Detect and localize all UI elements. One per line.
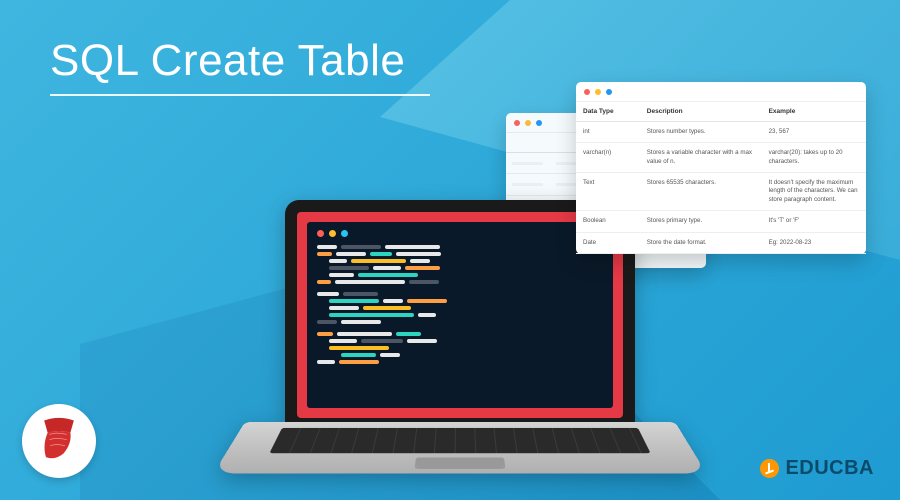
data-types-popup: Data Type Description Example int Stores… bbox=[576, 82, 866, 254]
cell-example: It's 'T' or 'F' bbox=[762, 211, 866, 232]
cell-type: Text bbox=[576, 173, 640, 211]
cell-type: int bbox=[576, 122, 640, 143]
cell-desc: Stores a variable character with a max v… bbox=[640, 143, 762, 173]
col-header-example: Example bbox=[762, 102, 866, 122]
cell-example: varchar(20): takes up to 20 characters. bbox=[762, 143, 866, 173]
window-dot-blue bbox=[341, 230, 348, 237]
cell-desc: Stores primary type. bbox=[640, 211, 762, 232]
table-row: int Stores number types. 23, 567 bbox=[576, 122, 866, 143]
code-editor-window bbox=[307, 222, 613, 408]
window-dot-red bbox=[317, 230, 324, 237]
table-row: Date Store the date format. Eg: 2022-08-… bbox=[576, 232, 866, 253]
banner-canvas: SQL Create Table bbox=[0, 0, 900, 500]
window-dot-yellow bbox=[329, 230, 336, 237]
window-dot-yellow bbox=[595, 89, 601, 95]
data-types-table: Data Type Description Example int Stores… bbox=[576, 102, 866, 254]
window-controls bbox=[317, 230, 603, 237]
cell-desc: Store the date format. bbox=[640, 232, 762, 253]
laptop-trackpad bbox=[415, 457, 506, 468]
table-row: varchar(n) Stores a variable character w… bbox=[576, 143, 866, 173]
cell-type: varchar(n) bbox=[576, 143, 640, 173]
cell-desc: Stores 65535 characters. bbox=[640, 173, 762, 211]
cell-example: Eg: 2022-08-23 bbox=[762, 232, 866, 253]
table-header-row: Data Type Description Example bbox=[576, 102, 866, 122]
popup-titlebar bbox=[576, 82, 866, 102]
laptop-screen bbox=[297, 212, 623, 418]
cell-type: Date bbox=[576, 232, 640, 253]
window-dot-blue bbox=[606, 89, 612, 95]
cell-example: It doesn't specify the maximum length of… bbox=[762, 173, 866, 211]
col-header-desc: Description bbox=[640, 102, 762, 122]
cell-example: 23, 567 bbox=[762, 122, 866, 143]
cell-desc: Stores number types. bbox=[640, 122, 762, 143]
laptop-keys bbox=[269, 428, 650, 453]
window-dot-red bbox=[584, 89, 590, 95]
cell-type: Boolean bbox=[576, 211, 640, 232]
col-header-type: Data Type bbox=[576, 102, 640, 122]
table-row: Boolean Stores primary type. It's 'T' or… bbox=[576, 211, 866, 232]
laptop-keyboard-base bbox=[214, 422, 707, 473]
table-row: Text Stores 65535 characters. It doesn't… bbox=[576, 173, 866, 211]
